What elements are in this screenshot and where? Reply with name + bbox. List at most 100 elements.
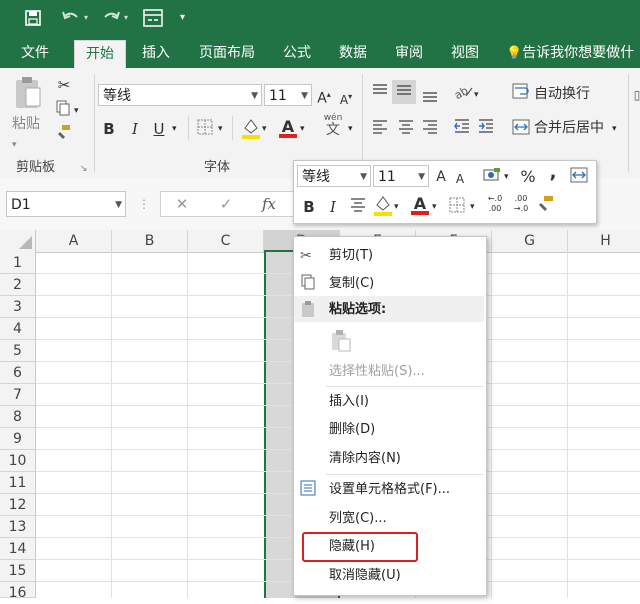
grow-font-icon[interactable]: A▴: [316, 84, 332, 110]
tab-view[interactable]: 视图: [444, 38, 486, 68]
tab-review[interactable]: 审阅: [388, 38, 430, 68]
menu-item-format-cells[interactable]: 设置单元格格式(F)...: [329, 480, 450, 500]
copy-dropdown-icon[interactable]: ▾: [74, 100, 79, 122]
format-painter-icon[interactable]: [54, 124, 74, 146]
fill-color-dropdown-icon[interactable]: ▾: [262, 118, 267, 140]
underline-button[interactable]: U: [150, 118, 168, 140]
customize-icon[interactable]: ▾: [180, 8, 185, 28]
mini-fill-color-icon[interactable]: [372, 193, 394, 223]
column-header-g[interactable]: G: [492, 230, 568, 252]
row-header-3[interactable]: 3: [0, 296, 36, 318]
paste-option-icon[interactable]: [330, 328, 352, 358]
tab-formulas[interactable]: 公式: [276, 38, 318, 68]
mini-borders-dropdown-icon[interactable]: ▾: [470, 196, 475, 218]
copy-icon[interactable]: [52, 100, 74, 122]
mini-center-align-icon[interactable]: [348, 196, 368, 218]
tell-me-box[interactable]: 💡告诉我你想要做什: [506, 38, 640, 68]
merge-dropdown-icon[interactable]: ▾: [612, 118, 617, 140]
merge-center-button[interactable]: 合并后居中: [534, 118, 604, 138]
underline-dropdown-icon[interactable]: ▾: [172, 118, 177, 140]
row-header-5[interactable]: 5: [0, 340, 36, 362]
tab-data[interactable]: 数据: [332, 38, 374, 68]
align-left-icon[interactable]: [370, 118, 390, 140]
mini-decrease-decimal-button[interactable]: .00 →.0: [510, 194, 532, 214]
phonetic-guide-icon[interactable]: wén 文: [320, 112, 346, 138]
clipboard-launcher-icon[interactable]: ↘: [80, 158, 88, 180]
row-header-14[interactable]: 14: [0, 538, 36, 560]
row-header-8[interactable]: 8: [0, 406, 36, 428]
orientation-dropdown-icon[interactable]: ▾: [474, 84, 479, 106]
column-header-h[interactable]: H: [568, 230, 640, 252]
undo-dropdown-icon[interactable]: ▾: [84, 8, 88, 28]
mini-comma-button[interactable]: ,: [546, 162, 560, 184]
mini-italic-button[interactable]: I: [324, 196, 342, 218]
column-header-c[interactable]: C: [188, 230, 264, 252]
decrease-indent-icon[interactable]: [452, 118, 472, 140]
mini-increase-decimal-button[interactable]: ←.0 .00: [484, 194, 506, 214]
mini-accounting-dropdown-icon[interactable]: ▾: [504, 166, 509, 188]
orientation-icon[interactable]: ab: [452, 82, 474, 106]
menu-item-clear-contents[interactable]: 清除内容(N): [329, 449, 401, 469]
mini-fill-color-dropdown-icon[interactable]: ▾: [394, 196, 399, 218]
top-align-icon[interactable]: [370, 82, 390, 106]
mini-borders-icon[interactable]: [448, 197, 466, 219]
row-header-2[interactable]: 2: [0, 274, 36, 296]
mini-font-color-icon[interactable]: A: [410, 193, 430, 215]
name-box[interactable]: D1 ▼: [6, 191, 126, 217]
row-header-10[interactable]: 10: [0, 450, 36, 472]
mini-shrink-font-icon[interactable]: A: [454, 168, 466, 190]
redo-icon[interactable]: [100, 8, 122, 33]
number-format-edge-icon[interactable]: ▯: [632, 84, 640, 106]
tab-file[interactable]: 文件: [12, 38, 58, 68]
menu-item-insert[interactable]: 插入(I): [329, 392, 369, 412]
mini-font-name-combo[interactable]: 等线 ▼: [297, 165, 371, 187]
column-header-a[interactable]: A: [36, 230, 112, 252]
menu-item-unhide[interactable]: 取消隐藏(U): [329, 566, 401, 586]
row-header-15[interactable]: 15: [0, 560, 36, 582]
menu-item-delete[interactable]: 删除(D): [329, 420, 375, 440]
tab-page-layout[interactable]: 页面布局: [192, 38, 262, 68]
mini-font-color-dropdown-icon[interactable]: ▾: [432, 196, 437, 218]
menu-item-cut[interactable]: 剪切(T): [329, 246, 373, 266]
fill-color-icon[interactable]: [240, 116, 262, 146]
row-header-13[interactable]: 13: [0, 516, 36, 538]
insert-function-icon[interactable]: fx: [256, 193, 282, 215]
font-color-dropdown-icon[interactable]: ▾: [300, 118, 305, 140]
cancel-icon[interactable]: ✕: [172, 193, 192, 215]
row-header-11[interactable]: 11: [0, 472, 36, 494]
view-icon[interactable]: [142, 8, 164, 33]
bold-button[interactable]: B: [100, 118, 118, 140]
row-header-6[interactable]: 6: [0, 362, 36, 384]
redo-dropdown-icon[interactable]: ▾: [124, 8, 128, 28]
paste-dropdown-icon[interactable]: ▾: [12, 134, 17, 156]
enter-icon[interactable]: ✓: [216, 193, 236, 215]
save-icon[interactable]: [24, 9, 42, 32]
merge-center-icon[interactable]: [510, 118, 532, 142]
shrink-font-icon[interactable]: A▾: [338, 86, 354, 111]
mini-accounting-format-icon[interactable]: [482, 166, 502, 190]
tab-home[interactable]: 开始: [74, 40, 126, 69]
row-header-12[interactable]: 12: [0, 494, 36, 516]
row-header-1[interactable]: 1: [0, 252, 36, 274]
row-header-7[interactable]: 7: [0, 384, 36, 406]
bottom-align-icon[interactable]: [420, 84, 440, 108]
middle-align-icon[interactable]: [392, 80, 416, 104]
column-header-b[interactable]: B: [112, 230, 188, 252]
menu-item-copy[interactable]: 复制(C): [329, 274, 374, 294]
mini-bold-button[interactable]: B: [300, 196, 318, 218]
tab-insert[interactable]: 插入: [134, 38, 178, 68]
mini-merge-center-icon[interactable]: [568, 166, 590, 190]
borders-icon[interactable]: [196, 119, 214, 141]
phonetic-dropdown-icon[interactable]: ▾: [348, 118, 353, 140]
undo-icon[interactable]: [60, 8, 82, 33]
italic-button[interactable]: I: [126, 118, 144, 140]
row-header-4[interactable]: 4: [0, 318, 36, 340]
increase-indent-icon[interactable]: [476, 118, 496, 140]
paste-label[interactable]: 粘贴: [12, 114, 40, 134]
font-size-combo[interactable]: 11 ▼: [264, 84, 312, 106]
row-header-16[interactable]: 16: [0, 582, 36, 601]
align-right-icon[interactable]: [420, 118, 440, 140]
menu-item-hide[interactable]: 隐藏(H): [329, 537, 375, 557]
borders-dropdown-icon[interactable]: ▾: [218, 118, 223, 140]
menu-item-column-width[interactable]: 列宽(C)...: [329, 509, 387, 529]
